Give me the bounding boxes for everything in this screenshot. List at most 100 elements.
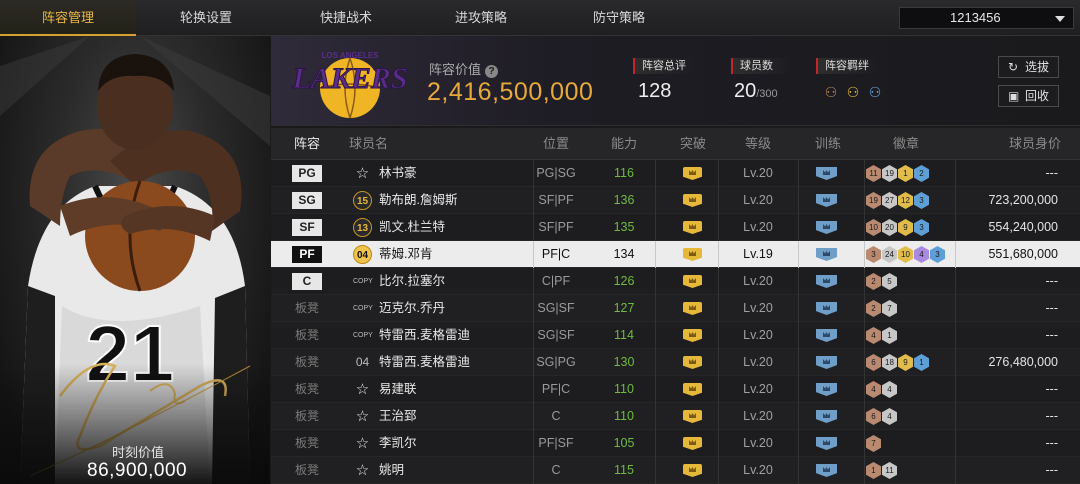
table-row[interactable]: 板凳 04 特雷西.麦格雷迪 SG|PG 130 Lv.20 6 18 9 1 276,480,00… [271, 349, 1080, 376]
lineup-slot-bench[interactable]: 板凳 [292, 376, 322, 403]
col-lineup[interactable]: 阵容 [284, 128, 330, 160]
help-icon[interactable]: ? [485, 65, 499, 78]
col-badges[interactable]: 徽章 [883, 128, 929, 160]
training-icon[interactable] [816, 356, 837, 369]
player-name[interactable]: 特雷西.麦格雷迪 [379, 322, 470, 349]
training-icon[interactable] [816, 248, 837, 261]
lineup-slot-badge[interactable]: SF [292, 219, 322, 236]
bond-gold-icon[interactable]: ⚇ [844, 83, 862, 101]
breakthrough-crown-icon[interactable] [683, 410, 702, 423]
table-row[interactable]: C COPY 比尔.拉塞尔 C|PF 126 Lv.20 2 5 --- [271, 268, 1080, 295]
tab-lineup-management[interactable]: 阵容管理 [0, 0, 136, 36]
player-name[interactable]: 易建联 [379, 376, 417, 403]
player-name[interactable]: 特雷西.麦格雷迪 [379, 349, 470, 376]
table-row[interactable]: 板凳 ☆ 易建联 PF|C 110 Lv.20 4 4 --- [271, 376, 1080, 403]
training-icon[interactable] [816, 410, 837, 423]
lineup-slot-bench[interactable]: 板凳 [292, 349, 322, 376]
player-name[interactable]: 勒布朗.詹姆斯 [379, 187, 457, 214]
breakthrough-crown-icon[interactable] [683, 221, 702, 234]
player-name[interactable]: 姚明 [379, 457, 404, 484]
star-icon: ☆ [355, 165, 370, 182]
tab-quick-tactics[interactable]: 快捷战术 [276, 0, 416, 36]
lineup-slot-bench[interactable]: 板凳 [292, 403, 322, 430]
breakthrough-crown-icon[interactable] [683, 437, 702, 450]
badge-group[interactable]: 19 27 12 3 [866, 192, 929, 209]
badge-group[interactable]: 3 24 10 4 3 [866, 246, 945, 263]
lakers-wordmark: LAKERS [291, 62, 407, 95]
player-name[interactable]: 林书豪 [379, 160, 417, 187]
player-name[interactable]: 凯文.杜兰特 [379, 214, 445, 241]
breakthrough-crown-icon[interactable] [683, 356, 702, 369]
player-name[interactable]: 李凯尔 [379, 430, 417, 457]
column-divider [864, 241, 865, 268]
tab-rotation-settings[interactable]: 轮换设置 [136, 0, 276, 36]
table-row[interactable]: 板凳 COPY 特雷西.麦格雷迪 SG|SF 114 Lv.20 4 1 --- [271, 322, 1080, 349]
table-row[interactable]: PF 04 蒂姆.邓肯 PF|C 134 Lv.19 3 24 10 4 3 551,680,000 [271, 241, 1080, 268]
col-player-value[interactable]: 球员身价 [991, 128, 1061, 160]
training-icon[interactable] [816, 437, 837, 450]
player-price: --- [1045, 166, 1059, 180]
table-row[interactable]: 板凳 ☆ 王治郅 C 110 Lv.20 6 4 --- [271, 403, 1080, 430]
col-breakthrough[interactable]: 突破 [670, 128, 716, 160]
training-icon[interactable] [816, 221, 837, 234]
bond-blue-icon[interactable]: ⚇ [866, 83, 884, 101]
breakthrough-crown-icon[interactable] [683, 302, 702, 315]
col-position[interactable]: 位置 [533, 128, 579, 160]
breakthrough-crown-icon[interactable] [683, 167, 702, 180]
badge-group[interactable]: 27 [866, 300, 897, 317]
player-card[interactable]: 21 时刻价值 86,900,000 [0, 36, 270, 484]
player-name[interactable]: 迈克尔.乔丹 [379, 295, 445, 322]
badge-group[interactable]: 10 20 9 3 [866, 219, 929, 236]
lineup-slot-badge[interactable]: PF [292, 246, 322, 263]
breakthrough-crown-icon[interactable] [683, 194, 702, 207]
lineup-slot-badge[interactable]: SG [292, 192, 322, 209]
badge-group[interactable]: 64 [866, 408, 897, 425]
bond-bronze-icon[interactable]: ⚇ [822, 83, 840, 101]
badge-group[interactable]: 11 19 1 2 [866, 165, 929, 182]
table-row[interactable]: SG 15 勒布朗.詹姆斯 SF|PF 136 Lv.20 19 27 12 3 723,200,0… [271, 187, 1080, 214]
select-button[interactable]: ↻ 选拔 [998, 56, 1059, 78]
breakthrough-crown-icon[interactable] [683, 248, 702, 261]
column-divider [864, 214, 865, 241]
lineup-slot-bench[interactable]: 板凳 [292, 322, 322, 349]
training-icon[interactable] [816, 194, 837, 207]
lineup-slot-bench[interactable]: 板凳 [292, 457, 322, 484]
training-icon[interactable] [816, 302, 837, 315]
tab-offense-strategy[interactable]: 进攻策略 [416, 0, 546, 36]
training-icon[interactable] [816, 383, 837, 396]
table-row[interactable]: 板凳 COPY 迈克尔.乔丹 SG|SF 127 Lv.20 2 7 --- [271, 295, 1080, 322]
col-ability[interactable]: 能力 [601, 128, 647, 160]
breakthrough-crown-icon[interactable] [683, 329, 702, 342]
lineup-slot-badge[interactable]: C [292, 273, 322, 290]
training-icon[interactable] [816, 167, 837, 180]
badge-group[interactable]: 1 11 [866, 462, 897, 479]
training-icon[interactable] [816, 275, 837, 288]
training-icon[interactable] [816, 464, 837, 477]
table-row[interactable]: SF 13 凯文.杜兰特 SF|PF 135 Lv.20 10 20 9 3 554,240,000 [271, 214, 1080, 241]
badge-group[interactable]: 25 [866, 273, 897, 290]
table-row[interactable]: PG ☆ 林书豪 PG|SG 116 Lv.20 11 19 1 2 --- [271, 160, 1080, 187]
col-level[interactable]: 等级 [735, 128, 781, 160]
breakthrough-crown-icon[interactable] [683, 464, 702, 477]
badge-group[interactable]: 7 [866, 435, 881, 452]
badge-group[interactable]: 41 [866, 327, 897, 344]
player-name[interactable]: 蒂姆.邓肯 [379, 241, 432, 268]
table-row[interactable]: 板凳 ☆ 姚明 C 115 Lv.20 1 11 --- [271, 457, 1080, 484]
training-icon[interactable] [816, 329, 837, 342]
player-name[interactable]: 王治郅 [379, 403, 417, 430]
account-dropdown[interactable]: 1213456 [899, 7, 1074, 29]
table-row[interactable]: 板凳 ☆ 李凯尔 PF|SF 105 Lv.20 7 --- [271, 430, 1080, 457]
tab-defense-strategy[interactable]: 防守策略 [546, 0, 692, 36]
badge-group[interactable]: 44 [866, 381, 897, 398]
badge-group[interactable]: 6 18 9 1 [866, 354, 929, 371]
player-position: SG|SF [537, 301, 575, 315]
player-name[interactable]: 比尔.拉塞尔 [379, 268, 445, 295]
lineup-slot-badge[interactable]: PG [292, 165, 322, 182]
col-player-name[interactable]: 球员名 [349, 128, 399, 160]
col-training[interactable]: 训练 [805, 128, 851, 160]
lineup-slot-bench[interactable]: 板凳 [292, 295, 322, 322]
breakthrough-crown-icon[interactable] [683, 383, 702, 396]
lineup-slot-bench[interactable]: 板凳 [292, 430, 322, 457]
breakthrough-crown-icon[interactable] [683, 275, 702, 288]
recycle-button[interactable]: ▣ 回收 [998, 85, 1059, 107]
